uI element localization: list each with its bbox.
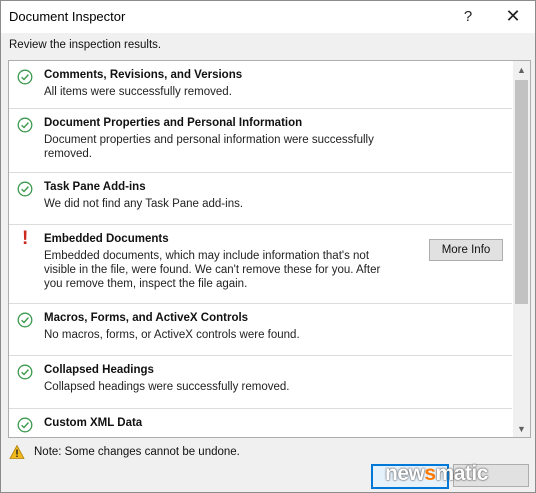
success-check-icon xyxy=(17,364,33,380)
result-name: Embedded Documents xyxy=(44,233,169,245)
vertical-scrollbar[interactable]: ▲ ▼ xyxy=(513,61,530,437)
success-check-icon xyxy=(17,69,33,85)
result-description: Document properties and personal informa… xyxy=(44,134,374,160)
result-description: All items were successfully removed. xyxy=(44,86,232,98)
result-description: We did not find any Task Pane add-ins. xyxy=(44,198,244,210)
result-name: Task Pane Add-ins xyxy=(44,181,146,193)
result-name: Collapsed Headings xyxy=(44,364,154,376)
result-description: No macros, forms, or ActiveX controls we… xyxy=(44,329,300,341)
help-button[interactable]: ? xyxy=(453,4,483,28)
instruction-text: Review the inspection results. xyxy=(9,39,162,51)
title-bar: Document Inspector ? ✕ xyxy=(1,1,535,33)
newsmatic-watermark-logo: newsmatic xyxy=(385,462,488,485)
results-items: Comments, Revisions, and Versions All it… xyxy=(9,61,512,437)
success-check-icon xyxy=(17,417,33,433)
scroll-down-arrow-icon[interactable]: ▼ xyxy=(513,420,530,437)
success-check-icon xyxy=(17,312,33,328)
success-check-icon xyxy=(17,181,33,197)
inspection-results-list[interactable]: Comments, Revisions, and Versions All it… xyxy=(8,60,531,438)
result-item-collapsed-headings: Collapsed Headings Collapsed headings we… xyxy=(9,356,512,409)
result-name: Custom XML Data xyxy=(44,417,143,429)
success-check-icon xyxy=(17,117,33,133)
warning-triangle-icon xyxy=(9,444,25,459)
exclamation-warning-icon: ! xyxy=(22,228,29,249)
result-item-document-properties: Document Properties and Personal Informa… xyxy=(9,109,512,173)
close-window-button[interactable]: ✕ xyxy=(498,4,528,28)
window-title: Document Inspector xyxy=(9,9,126,24)
result-item-custom-xml: Custom XML Data xyxy=(9,409,512,437)
result-description: Embedded documents, which may include in… xyxy=(44,250,381,290)
result-name: Macros, Forms, and ActiveX Controls xyxy=(44,312,249,324)
result-item-macros: Macros, Forms, and ActiveX Controls No m… xyxy=(9,304,512,356)
scroll-up-arrow-icon[interactable]: ▲ xyxy=(513,61,530,78)
undo-warning-note: Note: Some changes cannot be undone. xyxy=(9,443,240,461)
result-name: Document Properties and Personal Informa… xyxy=(44,117,303,129)
document-inspector-dialog: Document Inspector ? ✕ Review the inspec… xyxy=(0,0,536,493)
result-name: Comments, Revisions, and Versions xyxy=(44,69,243,81)
more-info-button[interactable]: More Info xyxy=(429,239,503,261)
result-item-task-pane-addins: Task Pane Add-ins We did not find any Ta… xyxy=(9,173,512,225)
scrollbar-thumb[interactable] xyxy=(515,80,528,304)
result-item-comments: Comments, Revisions, and Versions All it… xyxy=(9,61,512,109)
note-text: Note: Some changes cannot be undone. xyxy=(34,446,240,458)
result-description: Collapsed headings were successfully rem… xyxy=(44,381,290,393)
result-item-embedded-documents: ! Embedded Documents Embedded documents,… xyxy=(9,225,512,304)
